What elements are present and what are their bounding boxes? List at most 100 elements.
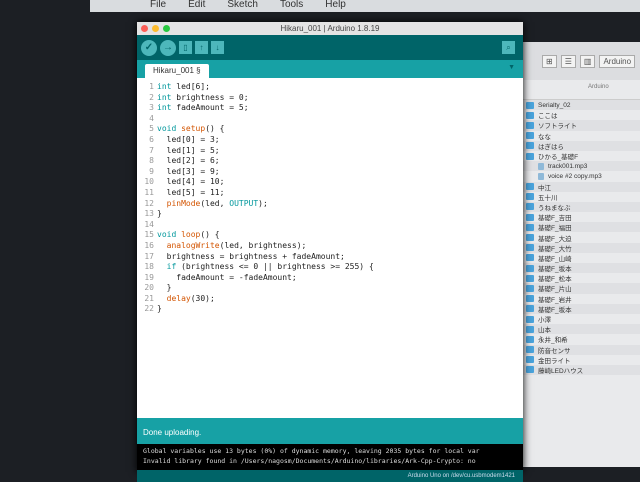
line-number: 19 xyxy=(144,272,154,282)
finder-list-item[interactable]: 基礎F_松本 xyxy=(518,273,640,283)
code-text: int brightness = 0; xyxy=(157,92,249,102)
folder-icon xyxy=(526,193,534,201)
folder-icon xyxy=(526,335,534,343)
menu-file[interactable]: File xyxy=(150,0,166,10)
finder-list-item[interactable]: うねまなぶ xyxy=(518,201,640,213)
finder-list-item[interactable]: Serialty_02 xyxy=(518,100,640,111)
folder-icon xyxy=(526,325,534,333)
save-button[interactable]: ↓ xyxy=(211,41,224,54)
folder-icon xyxy=(526,183,534,191)
arrow-right-icon: → xyxy=(163,42,173,53)
view-column-button[interactable]: ▥ xyxy=(579,54,596,68)
code-line: 20 } xyxy=(137,283,523,294)
verify-button[interactable]: ✓ xyxy=(141,39,157,56)
finder-list-item[interactable]: 小澤 xyxy=(518,314,640,324)
folder-icon xyxy=(526,203,534,211)
finder-list-item[interactable]: ここは xyxy=(518,110,640,120)
finder-list-item[interactable]: 五十川 xyxy=(518,192,640,202)
line-number: 8 xyxy=(149,156,154,166)
menu-help[interactable]: Help xyxy=(325,0,346,10)
finder-list-item[interactable]: 藤崎LEDハウス xyxy=(518,364,640,376)
code-line: 4 xyxy=(137,114,523,125)
finder-list-item[interactable]: ひかる_基礎F xyxy=(518,151,640,161)
code-text: led[2] = 6; xyxy=(157,156,220,166)
finder-list-item[interactable]: ソフトライト xyxy=(518,120,640,131)
code-line: 2 int brightness = 0; xyxy=(137,93,523,104)
finder-list-item[interactable]: 基礎F_吉田 xyxy=(518,212,640,222)
line-number: 5 xyxy=(149,124,154,134)
line-number: 20 xyxy=(144,283,154,293)
code-line: 7 led[1] = 5; xyxy=(137,146,523,157)
code-text: } xyxy=(157,209,162,219)
view-icon-button[interactable]: ⊞ xyxy=(542,54,557,68)
upload-button[interactable]: → xyxy=(160,39,176,56)
menu-sketch[interactable]: Sketch xyxy=(227,0,258,10)
finder-list-item[interactable]: はぎはら xyxy=(518,140,640,151)
finder-list-item[interactable]: 基礎F_坂本 xyxy=(518,263,640,274)
finder-list-item[interactable]: 基礎F_福田 xyxy=(518,222,640,233)
finder-item-label: 基礎F_坂本 xyxy=(538,266,572,274)
finder-list-item[interactable]: 基礎F_大迫 xyxy=(518,232,640,243)
new-button[interactable]: ▯ xyxy=(179,41,192,54)
arrow-down-icon: ↓ xyxy=(215,43,220,52)
finder-window: ⊞ ☰ ▥ Arduino Arduino Serialty_02 ここは ソフトラ… xyxy=(518,42,640,467)
folder-icon xyxy=(526,356,534,364)
finder-list-item[interactable]: 防音センサ xyxy=(518,344,640,355)
finder-list-item[interactable]: 永井_和希 xyxy=(518,334,640,344)
finder-item-label: 藤崎LEDハウス xyxy=(538,367,584,375)
finder-item-label: 金田ライト xyxy=(538,357,571,365)
finder-list-item[interactable]: voice #2 copy.mp3 xyxy=(518,171,640,181)
finder-item-label: はぎはら xyxy=(538,143,564,151)
finder-item-label: 基礎F_大迫 xyxy=(538,235,572,243)
code-editor[interactable]: 1 int led[6]; 2 int brightness = 0; 3 int fad… xyxy=(137,78,523,418)
finder-item-label: voice #2 copy.mp3 xyxy=(548,172,602,180)
code-text: int fadeAmount = 5; xyxy=(157,103,249,113)
console-output: Global variables use 13 bytes (0%) of dy… xyxy=(137,444,523,470)
finder-list-item[interactable]: 中江 xyxy=(518,181,640,192)
line-number: 1 xyxy=(149,82,154,91)
code-line: 14 xyxy=(137,220,523,231)
menu-edit[interactable]: Edit xyxy=(188,0,205,10)
finder-list-item[interactable]: 基礎F_山崎 xyxy=(518,253,640,263)
code-text: if (brightness <= 0 || brightness >= 255… xyxy=(166,262,374,272)
line-number: 10 xyxy=(144,177,154,187)
serial-monitor-button[interactable]: ⌕ xyxy=(502,41,515,54)
folder-icon xyxy=(526,366,534,374)
code-text: void loop() { xyxy=(157,230,220,240)
finder-list-item[interactable]: 山本 xyxy=(518,324,640,335)
folder-icon xyxy=(526,284,534,292)
finder-list-item[interactable]: 基礎F_岩井 xyxy=(518,294,640,304)
finder-list-item[interactable]: 金田ライト xyxy=(518,355,640,365)
menu-tools[interactable]: Tools xyxy=(280,0,303,10)
finder-list-item[interactable]: 基礎F_大竹 xyxy=(518,242,640,253)
code-text: pinMode(led, OUTPUT); xyxy=(166,198,268,208)
view-list-button[interactable]: ☰ xyxy=(560,54,576,68)
code-text: led[3] = 9; xyxy=(157,166,220,176)
finder-item-label: 基礎F_坂本 xyxy=(538,306,572,314)
code-line: 15 void loop() { xyxy=(137,230,523,241)
folder-icon xyxy=(526,152,534,160)
folder-icon xyxy=(526,305,534,313)
finder-list-item[interactable]: なな xyxy=(518,131,640,141)
open-button[interactable]: ↑ xyxy=(195,41,208,54)
finder-item-label: うねまなぶ xyxy=(538,204,571,212)
code-line: 13} xyxy=(137,209,523,220)
finder-item-label: なな xyxy=(538,133,551,141)
finder-list: Serialty_02 ここは ソフトライトななはぎはら ひかる_基礎F track00… xyxy=(518,100,640,376)
finder-item-label: 五十川 xyxy=(538,194,558,202)
folder-icon xyxy=(526,346,534,354)
folder-icon xyxy=(526,101,534,109)
finder-list-item[interactable]: track001.mp3 xyxy=(518,161,640,172)
folder-icon xyxy=(526,244,534,252)
finder-toolbar: ⊞ ☰ ▥ Arduino xyxy=(518,42,640,80)
tab-hikaru-001[interactable]: Hikaru_001 § xyxy=(145,64,209,78)
code-text: delay(30); xyxy=(166,293,215,303)
finder-list-item[interactable]: 基礎F_片山 xyxy=(518,283,640,294)
tab-bar: Hikaru_001 § ▼ xyxy=(137,60,523,78)
status-message: Done uploading. xyxy=(137,418,523,444)
code-text: led[4] = 10; xyxy=(157,177,225,187)
finder-list-item[interactable]: 基礎F_坂本 xyxy=(518,303,640,314)
finder-item-label: 基礎F_大竹 xyxy=(538,245,572,253)
tab-menu-icon[interactable]: ▼ xyxy=(508,64,515,71)
folder-icon xyxy=(526,274,534,282)
